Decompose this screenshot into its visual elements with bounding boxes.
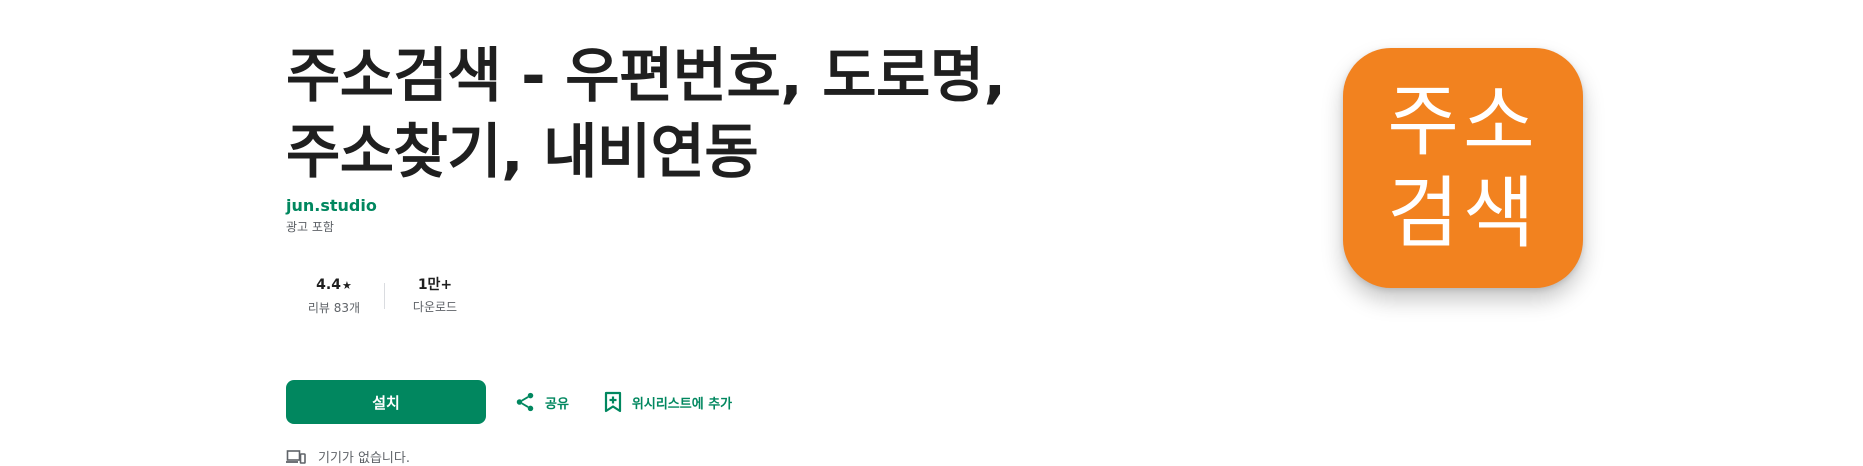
device-note-text: 기기가 없습니다.: [318, 451, 410, 466]
contains-ads-note: 광고 포함: [286, 220, 334, 234]
wishlist-button[interactable]: 위시리스트에 추가: [591, 380, 744, 424]
app-title: 주소검색 - 우편번호, 도로명, 주소찾기, 내비연동: [286, 38, 1286, 190]
install-button[interactable]: 설치: [286, 380, 486, 424]
app-icon-text-line-2: 검색: [1387, 169, 1539, 259]
app-title-line-2: 주소찾기, 내비연동: [286, 117, 759, 186]
wishlist-label: 위시리스트에 추가: [631, 396, 733, 412]
action-bar: 설치 공유 위시리스트에 추가: [286, 380, 744, 424]
reviews-count: 리뷰 83개: [307, 300, 361, 315]
devices-icon: [286, 449, 306, 464]
rating-number: 4.4: [316, 276, 341, 293]
app-details: 주소검색 - 우편번호, 도로명, 주소찾기, 내비연동 jun.studio …: [286, 38, 1286, 466]
app-stats: 4.4★ 리뷰 83개 1만+ 다운로드: [286, 266, 483, 326]
developer-link[interactable]: jun.studio: [286, 196, 377, 215]
device-availability: 기기가 없습니다.: [286, 447, 410, 466]
rating-stat[interactable]: 4.4★ 리뷰 83개: [286, 276, 382, 317]
downloads-value: 1만+: [417, 277, 453, 293]
app-icon: 주소 검색: [1343, 48, 1583, 288]
share-icon: [516, 392, 534, 412]
stat-divider: [384, 283, 385, 309]
app-icon-text-line-1: 주소: [1387, 77, 1539, 167]
downloads-label: 다운로드: [412, 300, 458, 314]
share-label: 공유: [545, 396, 569, 412]
downloads-stat: 1만+ 다운로드: [387, 276, 483, 316]
share-button[interactable]: 공유: [502, 380, 581, 424]
bookmark-add-icon: [604, 391, 622, 413]
app-title-line-1: 주소검색 - 우편번호, 도로명,: [286, 41, 1006, 110]
rating-value: 4.4★: [286, 276, 382, 295]
star-icon: ★: [341, 278, 352, 292]
